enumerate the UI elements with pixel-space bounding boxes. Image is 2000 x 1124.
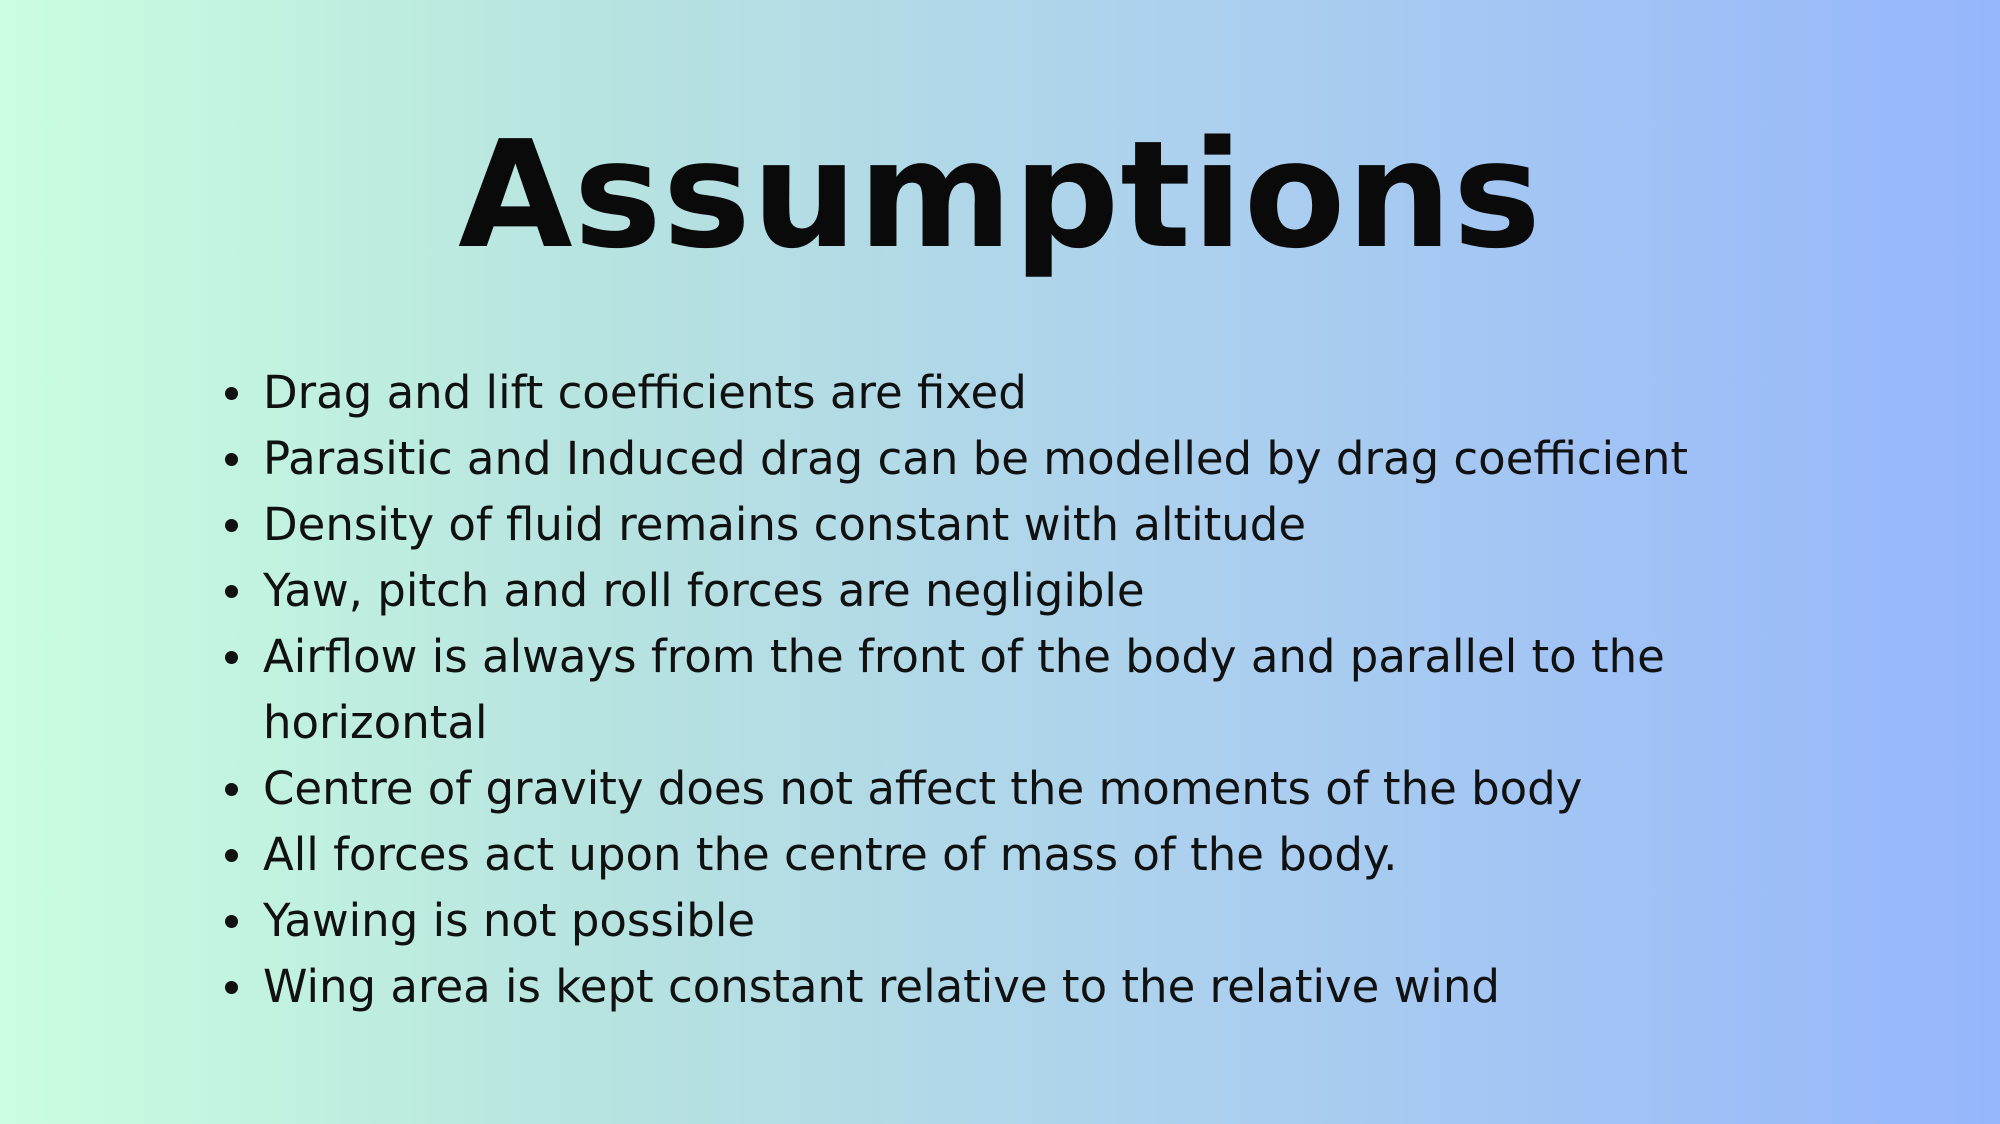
bullet-icon xyxy=(225,387,238,400)
bullet-icon xyxy=(225,453,238,466)
assumptions-list: Drag and lift coefficients are fixed Par… xyxy=(225,360,1745,1020)
bullet-icon xyxy=(225,651,238,664)
bullet-icon xyxy=(225,519,238,532)
list-item-text: Wing area is kept constant relative to t… xyxy=(263,960,1500,1013)
list-item-text: Yaw, pitch and roll forces are negligibl… xyxy=(263,564,1145,617)
bullet-icon xyxy=(225,849,238,862)
list-item-text: All forces act upon the centre of mass o… xyxy=(263,828,1398,881)
list-item: Yawing is not possible xyxy=(225,888,1745,954)
list-item: Airflow is always from the front of the … xyxy=(225,624,1745,756)
list-item: Centre of gravity does not affect the mo… xyxy=(225,756,1745,822)
bullet-icon xyxy=(225,783,238,796)
list-item: Drag and lift coefficients are fixed xyxy=(225,360,1745,426)
list-item: Parasitic and Induced drag can be modell… xyxy=(225,426,1745,492)
bullet-icon xyxy=(225,585,238,598)
list-item: Wing area is kept constant relative to t… xyxy=(225,954,1745,1020)
list-item: Density of fluid remains constant with a… xyxy=(225,492,1745,558)
list-item-text: Centre of gravity does not affect the mo… xyxy=(263,762,1583,815)
list-item-text: Drag and lift coefficients are fixed xyxy=(263,366,1027,419)
list-item: All forces act upon the centre of mass o… xyxy=(225,822,1745,888)
list-item-text: Parasitic and Induced drag can be modell… xyxy=(263,432,1688,485)
slide-title: Assumptions xyxy=(458,109,1542,281)
list-item-text: Density of fluid remains constant with a… xyxy=(263,498,1307,551)
list-item-text: Yawing is not possible xyxy=(263,894,756,947)
list-item-text: Airflow is always from the front of the … xyxy=(263,630,1665,749)
bullet-icon xyxy=(225,915,238,928)
slide: Assumptions Drag and lift coefficients a… xyxy=(0,0,2000,1124)
bullet-icon xyxy=(225,981,238,994)
list-item: Yaw, pitch and roll forces are negligibl… xyxy=(225,558,1745,624)
